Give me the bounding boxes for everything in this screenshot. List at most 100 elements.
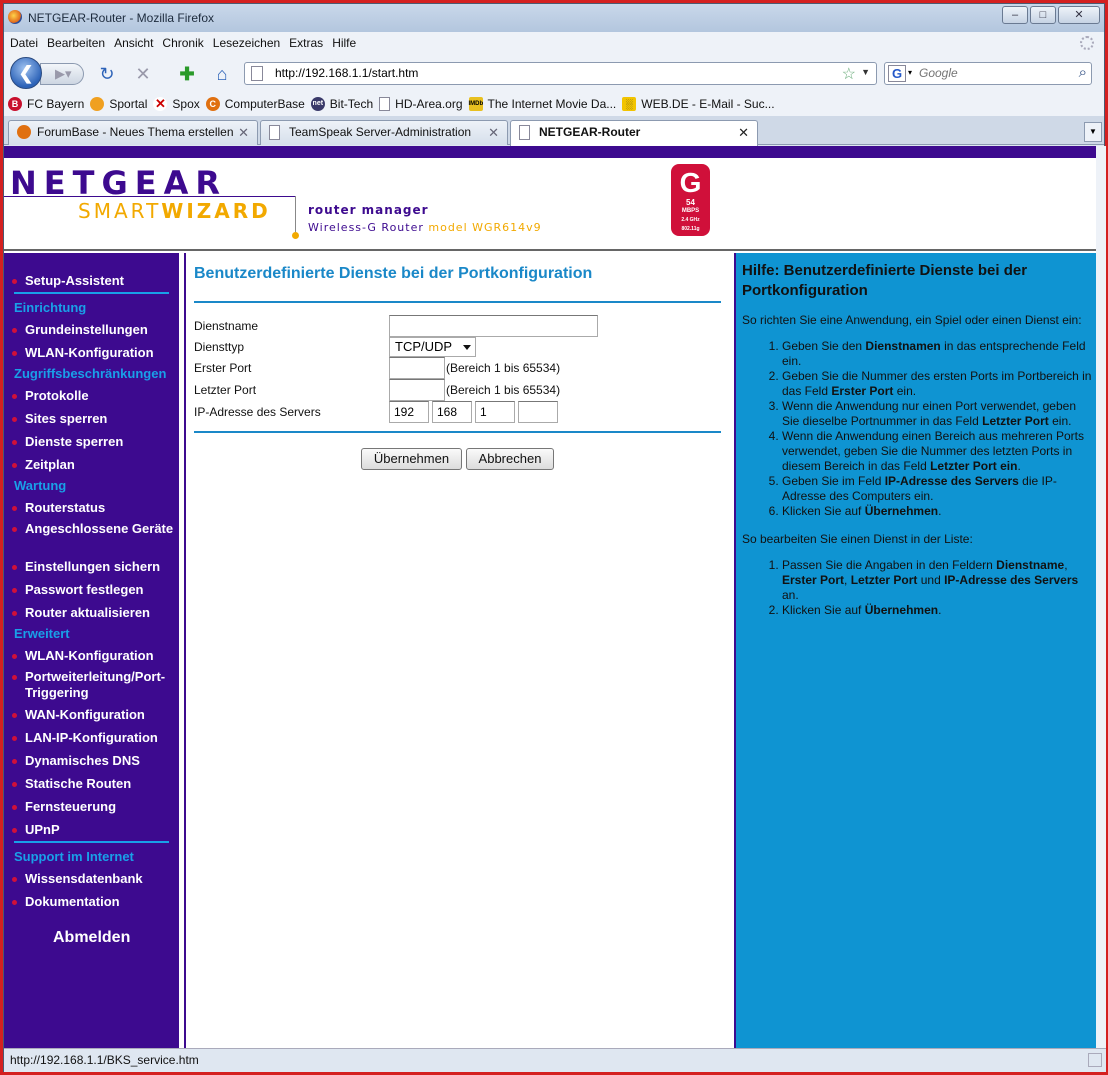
server-ip-octet-4[interactable] bbox=[518, 401, 558, 423]
bookmark-item[interactable]: ░ WEB.DE - E-Mail - Suc... bbox=[622, 97, 775, 111]
menu-hilfe[interactable]: Hilfe bbox=[332, 36, 356, 50]
header-strip bbox=[4, 146, 1096, 158]
sidebar-item-angeschlossene-geraete[interactable]: Angeschlossene Geräte bbox=[12, 521, 177, 537]
search-icon[interactable]: ⌕ bbox=[1079, 64, 1087, 81]
vertical-scrollbar[interactable] bbox=[1096, 146, 1106, 1048]
last-port-range-hint: (Bereich 1 bis 65534) bbox=[446, 383, 561, 397]
tab-teamspeak[interactable]: TeamSpeak Server-Administration ✕ bbox=[260, 120, 508, 145]
first-port-input[interactable] bbox=[389, 357, 445, 379]
help-title: Hilfe: Benutzerdefinierte Dienste bei de… bbox=[742, 262, 1028, 299]
activity-throbber-icon bbox=[1080, 36, 1094, 50]
sidebar-item-passwort-festlegen[interactable]: Passwort festlegen bbox=[12, 582, 177, 598]
menu-datei[interactable]: Datei bbox=[10, 36, 38, 50]
minimize-button[interactable]: ‒ bbox=[1002, 6, 1028, 24]
close-tab-icon[interactable]: ✕ bbox=[238, 121, 249, 144]
reload-icon[interactable]: ↻ bbox=[96, 63, 118, 85]
bookmark-item[interactable]: HD-Area.org bbox=[379, 97, 463, 111]
sidebar-item-protokolle[interactable]: Protokolle bbox=[12, 388, 177, 404]
menu-extras[interactable]: Extras bbox=[289, 36, 323, 50]
sidebar-item-zeitplan[interactable]: Zeitplan bbox=[12, 457, 177, 473]
sidebar-item-portweiterleitung[interactable]: Portweiterleitung/Port-Triggering bbox=[12, 669, 177, 701]
status-text: http://192.168.1.1/BKS_service.htm bbox=[10, 1053, 199, 1067]
google-engine-icon[interactable]: G bbox=[888, 65, 906, 82]
search-bar[interactable]: G ▾ ⌕ bbox=[884, 62, 1092, 85]
sidebar-item-sites-sperren[interactable]: Sites sperren bbox=[12, 411, 177, 427]
menu-ansicht[interactable]: Ansicht bbox=[114, 36, 153, 50]
main-content: Benutzerdefinierte Dienste bei der Portk… bbox=[184, 253, 732, 1048]
bookmark-item[interactable]: C ComputerBase bbox=[205, 97, 305, 111]
54mbps-badge-icon: G 54 MBPS 2.4 GHz 802.11g bbox=[671, 164, 710, 236]
server-ip-octet-2[interactable] bbox=[432, 401, 472, 423]
sidebar-item-wlan-konfiguration[interactable]: WLAN-Konfiguration bbox=[12, 345, 177, 361]
fc-bayern-icon: B bbox=[8, 97, 22, 111]
sidebar-heading-wartung: Wartung bbox=[14, 478, 67, 493]
imdb-icon: IMDb bbox=[468, 97, 483, 111]
sidebar-item-routerstatus[interactable]: Routerstatus bbox=[12, 500, 177, 516]
netgear-header: NETGEAR SMARTWIZARD router manager Wirel… bbox=[4, 158, 1096, 251]
forward-button[interactable]: ▶▾ bbox=[40, 63, 84, 85]
sidebar-item-statische-routen[interactable]: Statische Routen bbox=[12, 776, 177, 792]
stop-icon[interactable]: ✕ bbox=[132, 63, 154, 85]
bookmarks-toolbar: B FC Bayern Sportal ✕ Spox C ComputerBase n… bbox=[4, 92, 1104, 116]
bit-tech-icon: net bbox=[310, 97, 325, 111]
list-all-tabs-button[interactable]: ▼ bbox=[1084, 122, 1102, 142]
status-bar: http://192.168.1.1/BKS_service.htm bbox=[4, 1048, 1106, 1072]
bookmark-item[interactable]: IMDb The Internet Movie Da... bbox=[468, 97, 616, 111]
window-title: NETGEAR-Router - Mozilla Firefox bbox=[28, 11, 215, 25]
home-icon[interactable]: ⌂ bbox=[211, 63, 233, 85]
page-icon bbox=[379, 97, 391, 111]
sidebar-item-fernsteuerung[interactable]: Fernsteuerung bbox=[12, 799, 177, 815]
bookmark-item[interactable]: Sportal bbox=[90, 97, 147, 111]
engine-dropdown-icon[interactable]: ▾ bbox=[908, 68, 912, 77]
sidebar-item-wlan-konfiguration-erweitert[interactable]: WLAN-Konfiguration bbox=[12, 648, 177, 664]
back-button[interactable]: ❮ bbox=[10, 57, 42, 89]
sidebar-item-dynamisches-dns[interactable]: Dynamisches DNS bbox=[12, 753, 177, 769]
sidebar-heading-einrichtung: Einrichtung bbox=[14, 300, 87, 315]
sidebar-item-router-aktualisieren[interactable]: Router aktualisieren bbox=[12, 605, 177, 621]
close-tab-icon[interactable]: ✕ bbox=[738, 121, 749, 144]
url-dropdown-icon[interactable]: ▼ bbox=[861, 67, 870, 77]
chevron-down-icon bbox=[463, 345, 471, 350]
url-bar[interactable]: ☆ ▼ bbox=[244, 62, 877, 85]
sidebar-item-wissensdatenbank[interactable]: Wissensdatenbank bbox=[12, 871, 177, 887]
menu-bearbeiten[interactable]: Bearbeiten bbox=[47, 36, 105, 50]
sidebar-heading-erweitert: Erweitert bbox=[14, 626, 70, 641]
sidebar-item-upnp[interactable]: UPnP bbox=[12, 822, 177, 838]
server-ip-octet-1[interactable] bbox=[389, 401, 429, 423]
bookmark-item[interactable]: net Bit-Tech bbox=[310, 97, 373, 111]
help-step: Wenn die Anwendung einen Bereich aus meh… bbox=[782, 429, 1094, 474]
new-tab-icon[interactable]: ✚ bbox=[176, 63, 198, 85]
bookmark-star-icon[interactable]: ☆ bbox=[842, 64, 856, 84]
help-step: Geben Sie den Dienstnamen in das entspre… bbox=[782, 339, 1094, 369]
bookmark-item[interactable]: ✕ Spox bbox=[153, 97, 200, 111]
close-window-button[interactable]: ✕ bbox=[1058, 6, 1100, 24]
page-icon bbox=[251, 66, 263, 81]
service-name-input[interactable] bbox=[389, 315, 598, 337]
service-type-select[interactable]: TCP/UDP bbox=[389, 337, 476, 357]
help-intro-edit: So bearbeiten Sie einen Dienst in der Li… bbox=[742, 532, 973, 546]
help-step: Geben Sie im Feld IP-Adresse des Servers… bbox=[782, 474, 1094, 504]
tab-forumbase[interactable]: ForumBase - Neues Thema erstellen ✕ bbox=[8, 120, 258, 145]
sidebar-item-dokumentation[interactable]: Dokumentation bbox=[12, 894, 177, 910]
bookmark-item[interactable]: B FC Bayern bbox=[8, 97, 84, 111]
tab-netgear[interactable]: NETGEAR-Router ✕ bbox=[510, 120, 758, 146]
sidebar-item-dienste-sperren[interactable]: Dienste sperren bbox=[12, 434, 177, 450]
last-port-input[interactable] bbox=[389, 379, 445, 401]
logout-link[interactable]: Abmelden bbox=[53, 929, 130, 947]
sidebar-item-wan-konfiguration[interactable]: WAN-Konfiguration bbox=[12, 707, 177, 723]
cancel-button[interactable]: Abbrechen bbox=[466, 448, 554, 470]
url-input[interactable] bbox=[275, 66, 815, 80]
sidebar-item-grundeinstellungen[interactable]: Grundeinstellungen bbox=[12, 322, 177, 338]
server-ip-octet-3[interactable] bbox=[475, 401, 515, 423]
menu-chronik[interactable]: Chronik bbox=[162, 36, 203, 50]
close-tab-icon[interactable]: ✕ bbox=[488, 121, 499, 144]
menu-lesezeichen[interactable]: Lesezeichen bbox=[213, 36, 280, 50]
search-input[interactable] bbox=[919, 66, 1069, 80]
sidebar-item-einstellungen-sichern[interactable]: Einstellungen sichern bbox=[12, 559, 177, 575]
maximize-button[interactable]: □ bbox=[1030, 6, 1056, 24]
page-icon bbox=[269, 125, 280, 140]
sidebar-item-setup-assistent[interactable]: Setup-Assistent bbox=[12, 273, 177, 289]
resize-grip-icon[interactable] bbox=[1088, 1053, 1102, 1067]
sidebar-item-lan-ip-konfiguration[interactable]: LAN-IP-Konfiguration bbox=[12, 730, 177, 746]
apply-button[interactable]: Übernehmen bbox=[361, 448, 462, 470]
